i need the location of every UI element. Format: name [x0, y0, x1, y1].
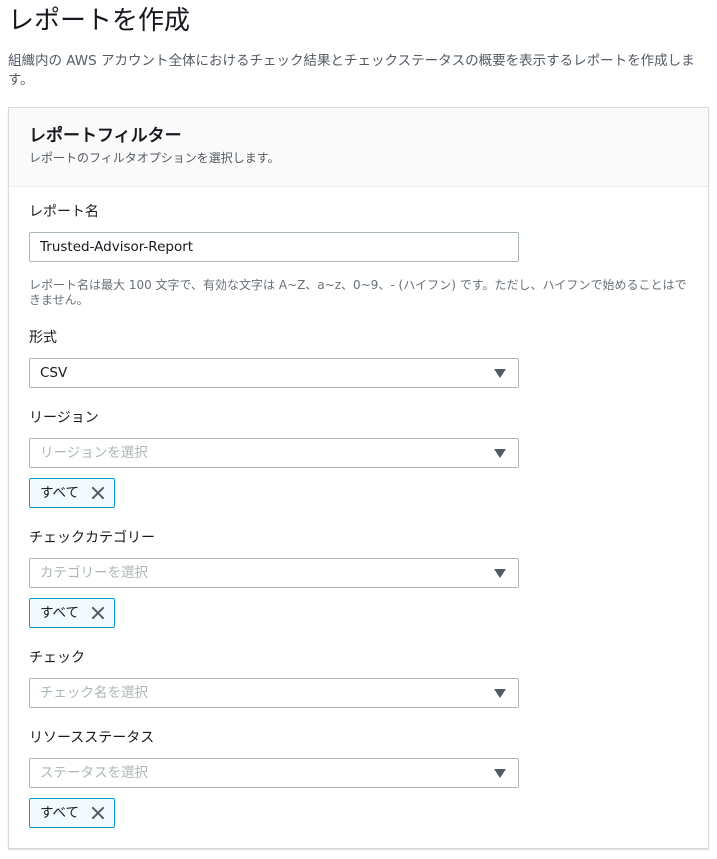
resource-status-token: すべて [29, 798, 115, 828]
check-category-select[interactable]: カテゴリーを選択 [29, 558, 519, 588]
report-name-label: レポート名 [29, 204, 99, 220]
report-name-input[interactable] [29, 232, 519, 262]
resource-status-token-label: すべて [40, 805, 80, 821]
resource-status-label: リソースステータス [29, 730, 155, 746]
page-title: レポートを作成 [8, 6, 191, 36]
report-name-constraint: レポート名は最大 100 文字で、有効な文字は A~Z、a~z、0~9、- (ハ… [29, 278, 687, 307]
format-select[interactable]: CSV [29, 358, 519, 388]
check-select-placeholder: チェック名を選択 [40, 685, 148, 701]
page-description: 組織内の AWS アカウント全体におけるチェック結果とチェックステータスの概要を… [8, 53, 695, 88]
check-label: チェック [29, 650, 85, 666]
check-category-select-placeholder: カテゴリーを選択 [40, 565, 148, 581]
check-category-label: チェックカテゴリー [29, 530, 155, 546]
region-select[interactable]: リージョンを選択 [29, 438, 519, 468]
check-category-token-label: すべて [40, 605, 80, 621]
caret-down-icon [494, 369, 506, 378]
region-token-label: すべて [40, 485, 80, 501]
format-select-value: CSV [40, 365, 68, 381]
panel-header: レポートフィルター レポートのフィルタオプションを選択します。 [9, 108, 708, 187]
region-select-placeholder: リージョンを選択 [40, 445, 148, 461]
region-label: リージョン [29, 410, 99, 426]
close-icon[interactable] [91, 806, 105, 820]
caret-down-icon [494, 769, 506, 778]
caret-down-icon [494, 569, 506, 578]
caret-down-icon [494, 449, 506, 458]
resource-status-select[interactable]: ステータスを選択 [29, 758, 519, 788]
panel-title: レポートフィルター [29, 126, 182, 146]
close-icon[interactable] [91, 606, 105, 620]
check-select[interactable]: チェック名を選択 [29, 678, 519, 708]
check-category-token: すべて [29, 598, 115, 628]
region-token: すべて [29, 478, 115, 508]
panel-subtitle: レポートのフィルタオプションを選択します。 [29, 151, 280, 165]
resource-status-select-placeholder: ステータスを選択 [40, 765, 148, 781]
close-icon[interactable] [91, 486, 105, 500]
report-filter-panel: レポートフィルター レポートのフィルタオプションを選択します。 レポート名 レポ… [8, 107, 709, 849]
caret-down-icon [494, 689, 506, 698]
format-label: 形式 [29, 330, 57, 346]
